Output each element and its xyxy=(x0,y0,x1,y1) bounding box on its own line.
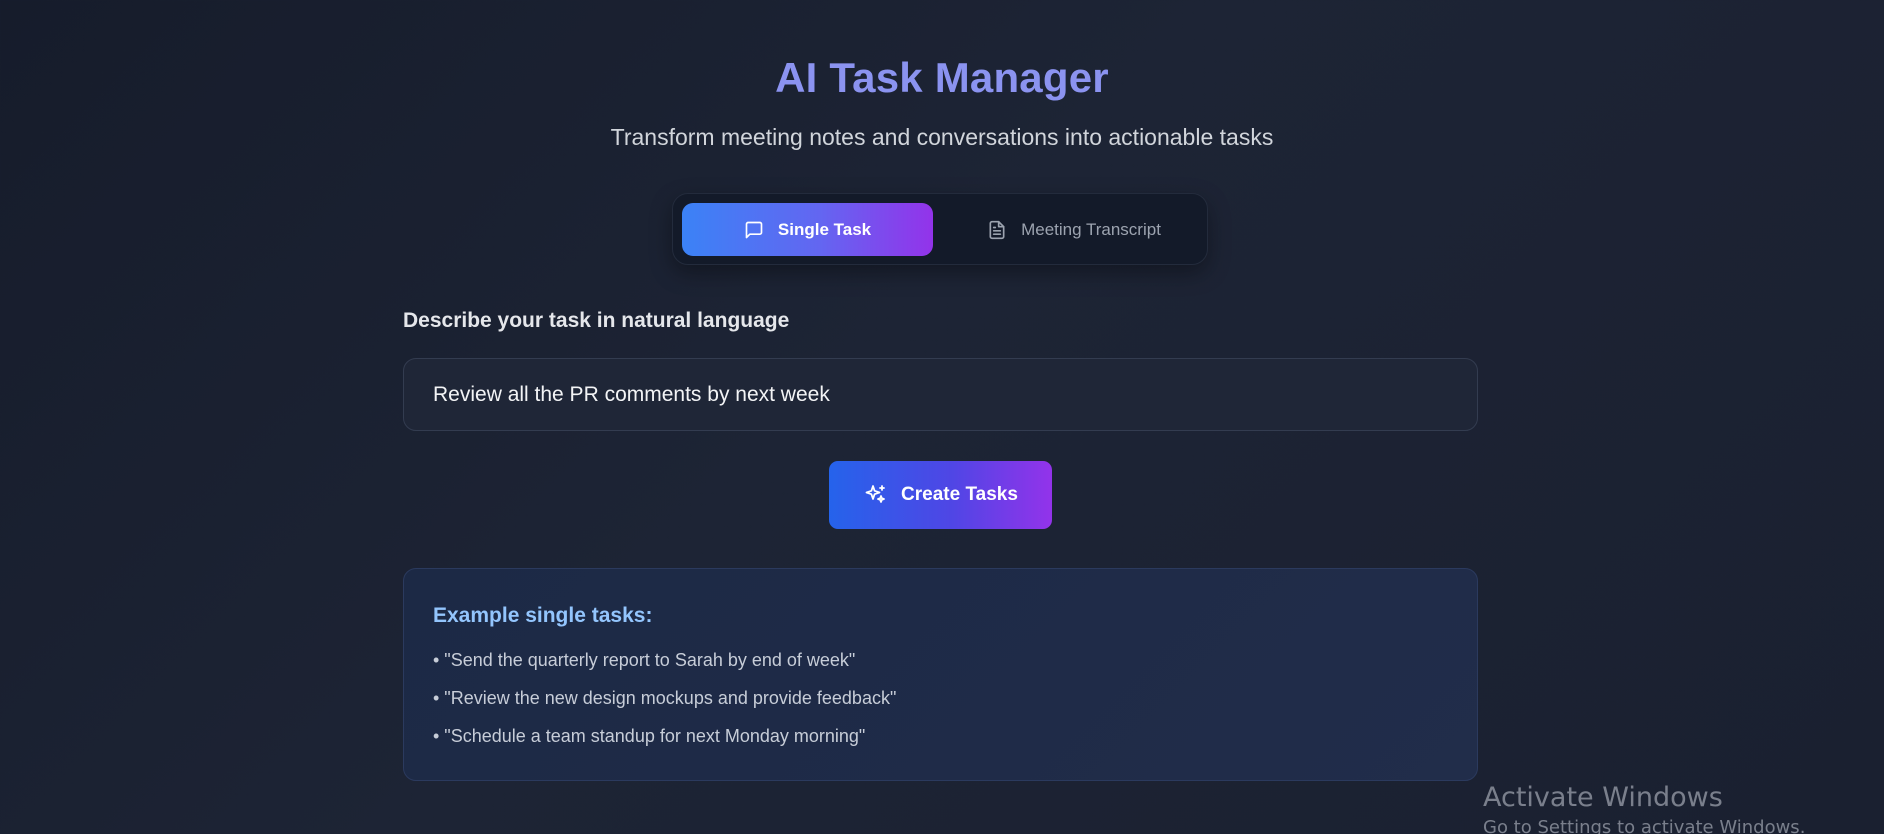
tab-meeting-transcript-label: Meeting Transcript xyxy=(1021,219,1161,239)
tab-meeting-transcript[interactable]: Meeting Transcript xyxy=(949,203,1199,256)
tab-single-task[interactable]: Single Task xyxy=(682,203,933,256)
activate-windows-watermark: Activate Windows Go to Settings to activ… xyxy=(1483,779,1805,834)
watermark-title: Activate Windows xyxy=(1483,782,1723,813)
task-input[interactable] xyxy=(403,358,1478,431)
examples-title: Example single tasks: xyxy=(433,604,653,627)
example-item: • "Schedule a team standup for next Mond… xyxy=(433,726,866,746)
mode-tabs: Single Task Meeting Transcript xyxy=(672,193,1208,265)
example-item: • "Review the new design mockups and pro… xyxy=(433,688,897,708)
create-tasks-button[interactable]: Create Tasks xyxy=(829,461,1052,529)
app-page: AI Task Manager Transform meeting notes … xyxy=(0,0,1884,834)
examples-list: • "Send the quarterly report to Sarah by… xyxy=(433,649,896,763)
watermark-subtitle: Go to Settings to activate Windows. xyxy=(1483,817,1806,834)
sparkles-icon xyxy=(863,483,887,507)
create-tasks-label: Create Tasks xyxy=(901,484,1018,505)
example-item: • "Send the quarterly report to Sarah by… xyxy=(433,650,856,670)
page-title: AI Task Manager xyxy=(775,54,1109,101)
examples-panel: Example single tasks: • "Send the quarte… xyxy=(403,568,1478,781)
document-icon xyxy=(987,220,1007,240)
page-subtitle: Transform meeting notes and conversation… xyxy=(610,124,1274,150)
message-square-icon xyxy=(744,220,764,240)
task-input-label: Describe your task in natural language xyxy=(403,309,790,332)
tab-single-task-label: Single Task xyxy=(777,219,872,239)
